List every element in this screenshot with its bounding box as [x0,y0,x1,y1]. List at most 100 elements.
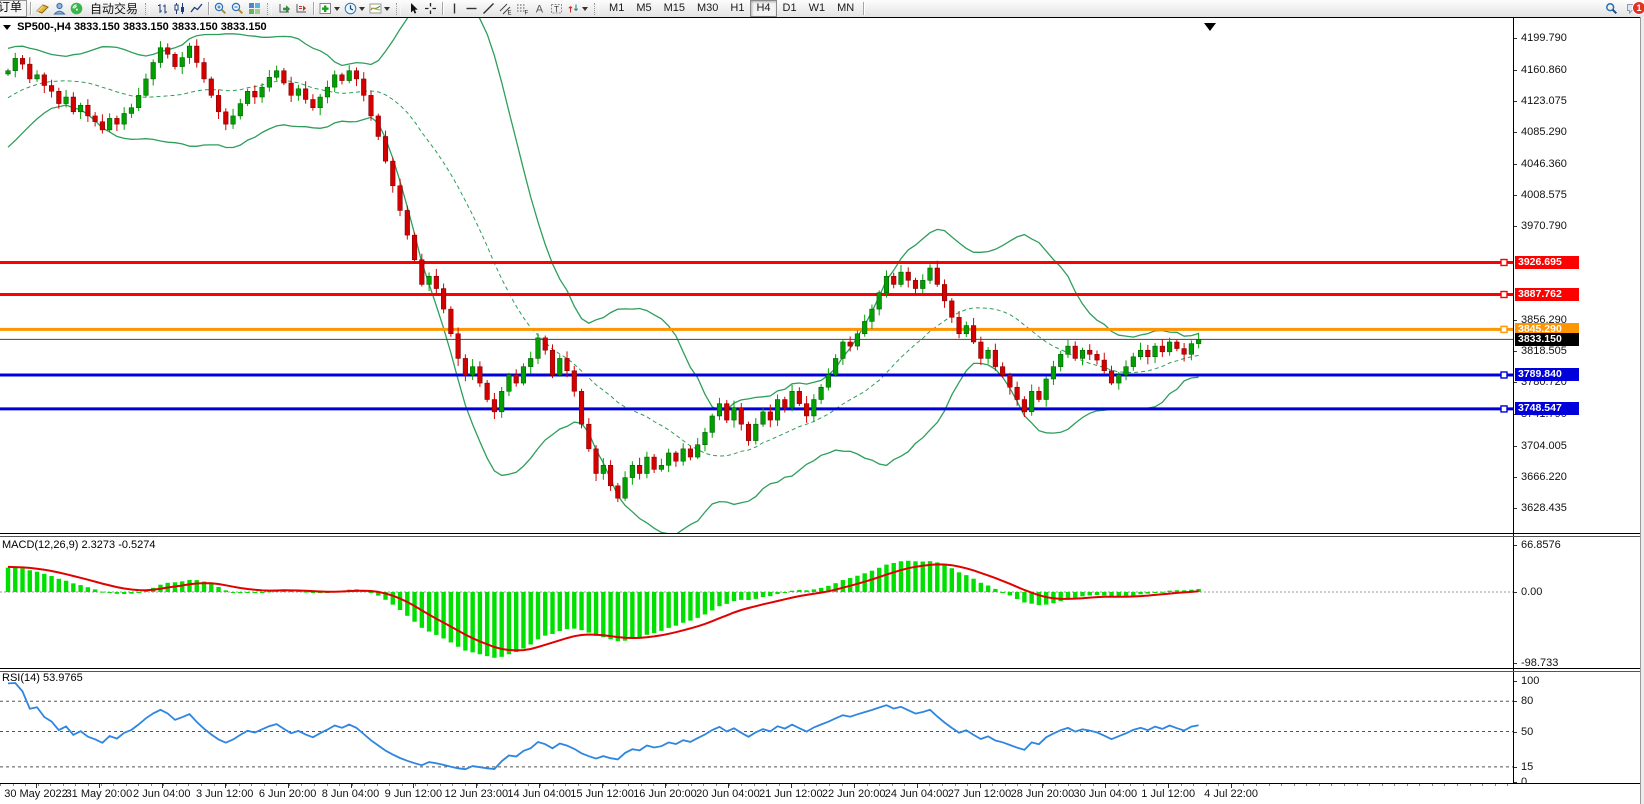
trendline-icon [482,2,495,15]
time-minor-tick [226,784,228,786]
auto-scroll-icon [278,2,291,15]
bar-chart-button[interactable] [154,1,171,16]
zoom-out-button[interactable] [229,1,246,16]
price-tick-label: 4123.075 [1521,95,1567,108]
arrows-button[interactable] [565,1,590,16]
new-order-button[interactable]: 订单 [0,0,28,17]
time-tick-label: 20 Jun 04:00 [696,788,760,800]
candlestick-chart-icon [173,2,186,15]
price-tick-label: 3628.435 [1521,501,1567,514]
macd-panel-canvas[interactable] [0,537,1513,668]
toolbar-grip [145,2,151,15]
high-value: 3833.150 [122,21,169,33]
time-minor-tick [954,784,956,786]
templates-button[interactable] [367,1,392,16]
time-minor-tick [364,784,366,786]
time-minor-tick [238,784,240,786]
time-minor-tick [829,784,830,786]
time-minor-tick [879,784,881,786]
timeframe-button-mn[interactable]: MN [831,0,860,17]
time-minor-tick [1431,784,1433,786]
rsi-panel-canvas[interactable] [0,672,1513,783]
profile-button[interactable] [51,1,68,16]
text-label-button[interactable]: T [548,1,565,16]
dropdown-caret-icon [384,6,391,11]
line-chart-button[interactable] [188,1,205,16]
market-watch-button[interactable] [34,1,51,16]
timeframe-button-h4[interactable]: H4 [750,0,777,17]
candlestick-chart-button[interactable] [171,1,188,16]
timeframe-button-m1[interactable]: M1 [603,0,630,17]
time-minor-tick [690,784,692,786]
auto-scroll-button[interactable] [276,1,293,16]
time-tick-label: 30 May 2022 [4,788,68,800]
time-minor-tick [1055,784,1056,786]
timeframe-button-d1[interactable]: D1 [777,0,803,17]
vertical-line-button[interactable] [446,1,463,16]
main-chart-canvas[interactable] [0,17,1513,533]
open-value: 3833.150 [73,21,120,33]
time-tick-label: 15 Jun 12:00 [570,788,634,800]
time-minor-tick [389,784,391,786]
time-minor-tick [439,784,441,786]
timeframe-button-m30[interactable]: M30 [691,0,724,17]
time-minor-tick [640,784,642,786]
tile-windows-icon [248,2,261,15]
time-minor-tick [1080,784,1082,786]
panel-divider[interactable] [0,671,1644,672]
toolbar-left-groups: 订单 自动交易 E F A T M1 M5 M15 M30 H1 H4 D1 W1 MN [0,0,1644,17]
zoom-in-button[interactable] [212,1,229,16]
text-button[interactable]: A [531,1,548,16]
panel-divider[interactable] [0,533,1644,534]
time-minor-tick [1143,784,1144,786]
chart-shift-button[interactable] [293,1,310,16]
autotrade-button[interactable]: 自动交易 [85,1,141,17]
time-minor-tick [263,784,265,786]
signals-icon [70,2,83,15]
notifications-button[interactable]: 1 [1624,1,1644,16]
rsi-label: RSI(14) 53.9765 [2,672,83,684]
rsi-axis-label: 15 [1521,760,1534,773]
time-minor-tick [125,784,127,786]
trendline-button[interactable] [480,1,497,16]
time-tick-label: 6 Jun 20:00 [258,788,317,800]
timeframe-button-w1[interactable]: W1 [803,0,832,17]
price-tick-label: 4085.290 [1521,126,1567,139]
time-minor-tick [188,784,190,786]
fibonacci-button[interactable]: F [514,1,531,16]
cursor-button[interactable] [405,1,422,16]
mt4-window: { "toolbar": { "order_button_label": "订单… [0,0,1644,804]
time-minor-tick [452,784,454,786]
crosshair-button[interactable] [422,1,439,16]
timeframe-button-m5[interactable]: M5 [630,0,657,17]
time-minor-tick [942,784,943,786]
time-minor-tick [1092,784,1094,786]
periods-button[interactable] [342,1,367,16]
time-minor-tick [891,784,893,786]
toolbar: 订单 自动交易 E F A T M1 M5 M15 M30 H1 H4 D1 W1 MN 1 [0,0,1644,17]
panel-divider[interactable] [0,536,1644,537]
timeframe-button-m15[interactable]: M15 [658,0,691,17]
indicators-button[interactable] [317,1,342,16]
toolbar-grip [396,2,402,15]
rsi-name: RSI(14) [2,672,40,684]
signals-button[interactable] [68,1,85,16]
horizontal-line-button[interactable] [463,1,480,16]
time-minor-tick [1130,784,1132,786]
time-minor-tick [37,784,39,786]
panel-divider[interactable] [0,668,1644,669]
profile-icon [53,2,66,15]
toolbar-separator [30,2,32,15]
toolbar-separator [442,2,444,15]
time-minor-tick [715,784,717,786]
chart-title: SP500-,H4 3833.150 3833.150 3833.150 383… [3,21,267,33]
search-button[interactable] [1603,1,1620,16]
timeframe-button-h1[interactable]: H1 [724,0,750,17]
text-icon: A [533,2,546,16]
time-tick-label: 1 Jul 12:00 [1141,788,1196,800]
tile-windows-button[interactable] [246,1,263,16]
time-minor-tick [866,784,868,786]
time-minor-tick [1356,784,1358,786]
channel-button[interactable]: E [497,1,514,16]
time-minor-tick [540,784,542,786]
